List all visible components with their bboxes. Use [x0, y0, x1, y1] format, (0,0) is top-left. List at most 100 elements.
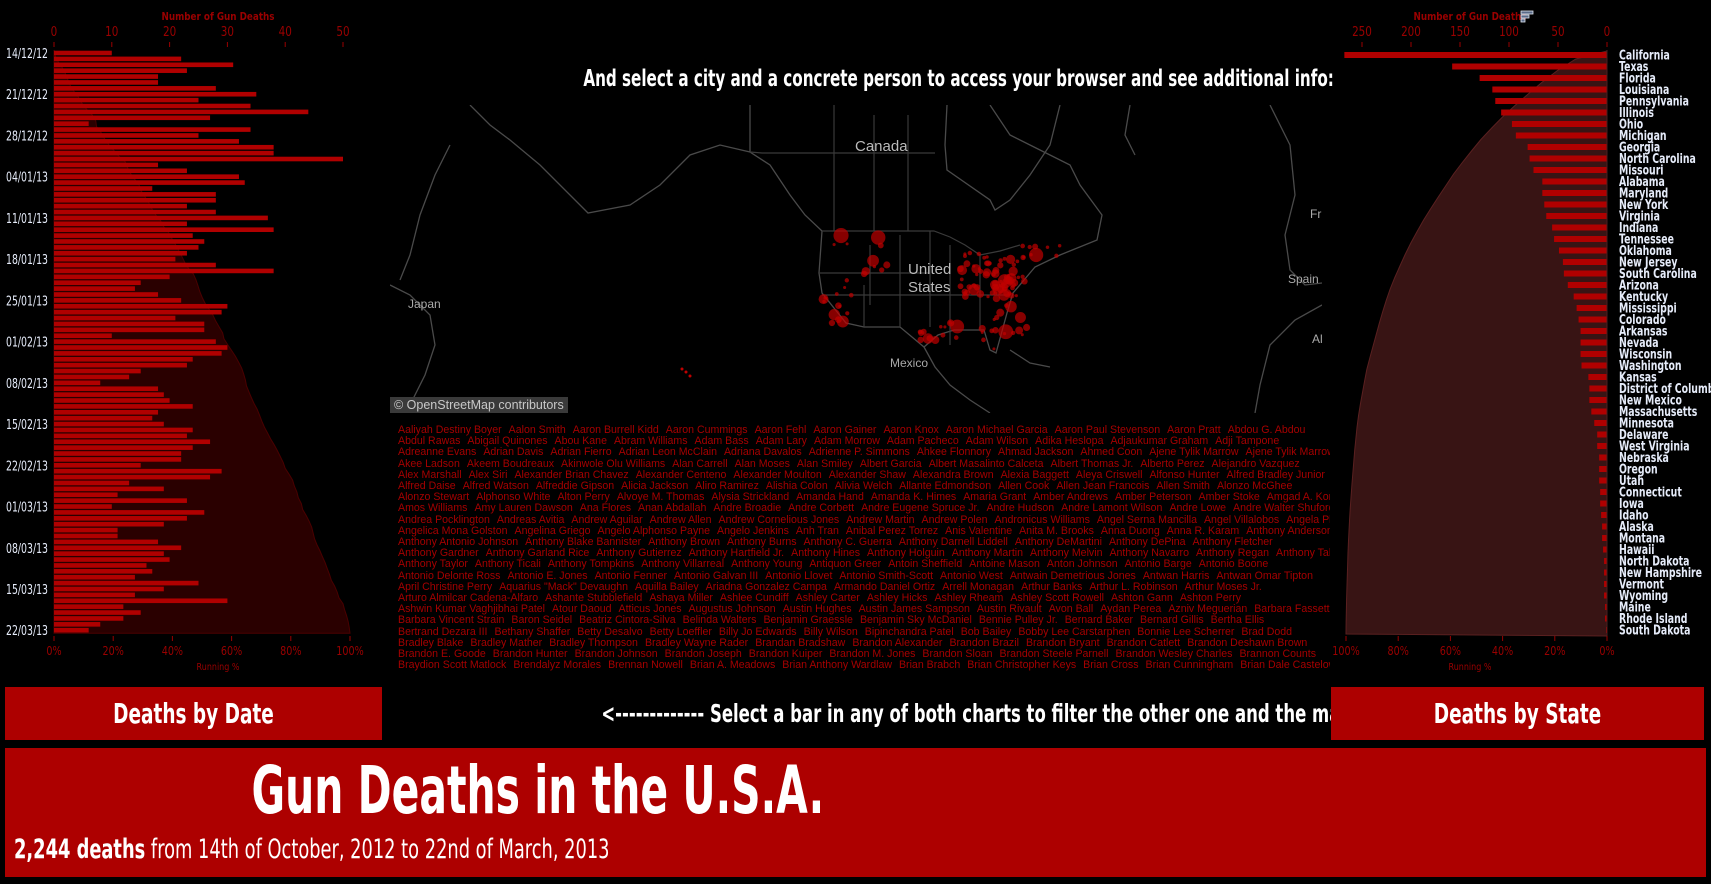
state-bar[interactable] [1591, 408, 1607, 415]
victim-name[interactable]: Amy Lauren Dawson [474, 503, 572, 514]
victim-name[interactable]: Arrell Monagan [942, 582, 1014, 593]
city-marker[interactable] [867, 254, 879, 267]
victim-name[interactable]: Alexandra Brown [913, 470, 994, 481]
victim-name[interactable]: Adriana Davalos [724, 447, 802, 458]
city-marker[interactable] [953, 335, 959, 340]
victim-name[interactable]: Angel Serna Mancilla [1097, 515, 1197, 526]
victim-name[interactable]: Adam Bass [695, 436, 749, 447]
victim-name[interactable]: Alexander Moulton [733, 470, 821, 481]
victim-name[interactable]: Anthony Ticali [475, 559, 541, 570]
city-marker[interactable] [957, 283, 964, 290]
date-bar[interactable] [54, 162, 159, 168]
victim-name[interactable]: Anthony Blake Bannister [525, 537, 641, 548]
victim-name[interactable]: Alfonso Hunter [1149, 470, 1219, 481]
city-marker[interactable] [985, 260, 992, 267]
city-marker[interactable] [991, 280, 999, 287]
victim-name[interactable]: Amos Williams [398, 503, 467, 514]
victim-name[interactable]: Anthony Fletcher [1193, 537, 1273, 548]
city-marker[interactable] [1002, 256, 1007, 261]
deaths-by-state-chart[interactable]: CaliforniaTexasFloridaLouisianaPennsylva… [1332, 10, 1711, 673]
city-marker[interactable] [994, 314, 1000, 321]
victim-name[interactable]: Brandon Kuiper [749, 649, 823, 660]
city-marker[interactable] [982, 255, 987, 260]
city-marker[interactable] [997, 262, 1004, 269]
victim-name[interactable]: Ashlee Cundiff [720, 593, 789, 604]
victim-name[interactable]: Brian Anthony Wardlaw [782, 660, 892, 671]
date-bar[interactable] [54, 74, 159, 79]
date-bar[interactable] [54, 262, 216, 268]
date-bar[interactable] [54, 392, 164, 397]
victim-name[interactable]: Ashaya Miller [649, 593, 713, 604]
victim-name[interactable]: Aaliyah Destiny Boyer [398, 425, 502, 436]
victim-name[interactable]: Anthony Garland Rice [486, 548, 590, 559]
victim-name[interactable]: Aaron Burrell Kidd [573, 425, 659, 436]
date-bar[interactable] [54, 574, 135, 580]
victim-name[interactable]: Arthur L. Robinson [1089, 582, 1177, 593]
victim-name[interactable]: Adam Pacheco [887, 436, 959, 447]
state-bar[interactable] [1589, 385, 1607, 392]
city-marker[interactable] [998, 324, 1014, 340]
city-marker[interactable] [940, 332, 946, 338]
victim-name[interactable]: Austin Hughes [783, 604, 852, 615]
state-bar[interactable] [1562, 259, 1607, 265]
victim-name[interactable]: Azniv Meguerian [1168, 604, 1247, 615]
state-bar[interactable] [1542, 178, 1607, 185]
victim-name[interactable]: Alfred Watson [463, 481, 529, 492]
victim-name[interactable]: Anna R. Karam [1167, 526, 1239, 537]
victim-name[interactable]: Abigail Quinones [467, 436, 547, 447]
victim-name-list[interactable]: Aaliyah Destiny Boyer Aalon Smith Aaron Bu… [398, 425, 1330, 671]
date-bar[interactable] [54, 545, 182, 551]
victim-name[interactable]: Alishia Colon [766, 481, 828, 492]
victim-name[interactable]: Alysia Strickland [711, 492, 789, 503]
victim-name[interactable]: Brandon Johnson [575, 649, 658, 660]
state-bar[interactable] [1576, 305, 1607, 311]
state-bar[interactable] [1597, 443, 1607, 449]
victim-name[interactable]: Anthony Tabor [1276, 548, 1330, 559]
deaths-by-date-chart[interactable]: Number of Gun Deaths 0 10 20 30 40 50 14/12/12 2… [6, 11, 364, 673]
state-bar[interactable] [1479, 75, 1607, 81]
victim-name[interactable]: Bipinchandra Patel [865, 627, 954, 638]
state-bar[interactable] [1588, 374, 1607, 380]
date-bar[interactable] [54, 303, 228, 309]
victim-name[interactable]: Brandon Deshawn Brown [1187, 638, 1307, 649]
date-bar[interactable] [54, 362, 187, 368]
date-bar[interactable] [54, 616, 124, 621]
victim-name[interactable]: Alexander Centeno [636, 470, 727, 481]
date-bar[interactable] [54, 351, 222, 356]
victim-name[interactable]: Aquilla Bailey [635, 582, 699, 593]
victim-name[interactable]: Angelica Mona Golston [398, 526, 508, 537]
victim-name[interactable]: Amber Andrews [1033, 492, 1108, 503]
date-bar[interactable] [54, 409, 159, 415]
victim-name[interactable]: Akee Ladson [398, 459, 460, 470]
city-marker[interactable] [931, 335, 940, 344]
victim-name[interactable]: Alton Perry [557, 492, 609, 503]
state-bar[interactable] [1578, 316, 1607, 323]
state-bar[interactable] [1580, 351, 1607, 357]
victim-name[interactable]: Angelo Alphonso Payne [598, 526, 711, 537]
victim-name[interactable]: Ashley Carter [796, 593, 860, 604]
victim-name[interactable]: Akeem Boudreaux [467, 459, 554, 470]
date-bar[interactable] [54, 192, 216, 197]
city-marker[interactable] [1020, 333, 1024, 337]
city-marker[interactable] [957, 265, 968, 276]
city-marker[interactable] [1010, 330, 1016, 336]
victim-name[interactable]: Anthony Brown [648, 537, 720, 548]
victim-name[interactable]: Albert Masalinto Calceta [929, 459, 1044, 470]
victim-name[interactable]: Bradley Mather [470, 638, 542, 649]
victim-name[interactable]: Alonzo McGhee [1217, 481, 1292, 492]
city-marker[interactable] [1027, 244, 1032, 250]
victim-name[interactable]: Bob Bailey [961, 627, 1012, 638]
victim-name[interactable]: Baron Seidel [511, 615, 572, 626]
date-bar[interactable] [54, 115, 211, 121]
victim-name[interactable]: Aaron Michael Garcia [946, 425, 1048, 436]
state-bar[interactable] [1527, 144, 1607, 150]
victim-name[interactable]: Angel Villalobos [1204, 515, 1279, 526]
victim-name[interactable]: Bonnie Lee Scherrer [1137, 627, 1234, 638]
city-marker[interactable] [834, 292, 839, 296]
state-bar[interactable] [1515, 132, 1607, 139]
date-bar[interactable] [54, 97, 199, 103]
victim-name[interactable]: Antwan Harris [1143, 571, 1210, 582]
victim-name[interactable]: Angela Player [1286, 515, 1330, 526]
victim-name[interactable]: Braydion Scott Matlock [398, 660, 506, 671]
state-bar[interactable] [1581, 362, 1607, 369]
